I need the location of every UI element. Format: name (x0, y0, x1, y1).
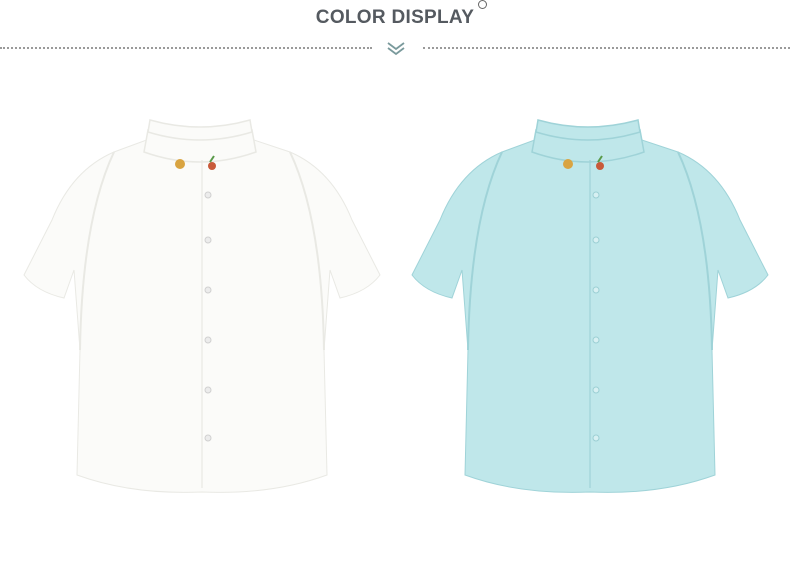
dotted-divider-right (423, 47, 790, 49)
degree-icon (478, 0, 487, 9)
product-image-mint (410, 100, 770, 520)
double-chevron-down-icon (387, 42, 405, 56)
section-header: COLOR DISPLAY (0, 0, 790, 60)
mint-shirt-image (411, 119, 769, 493)
dotted-divider-left (0, 47, 372, 49)
product-image-white (22, 100, 382, 520)
section-title: COLOR DISPLAY (315, 7, 475, 28)
white-shirt-image (23, 119, 381, 493)
